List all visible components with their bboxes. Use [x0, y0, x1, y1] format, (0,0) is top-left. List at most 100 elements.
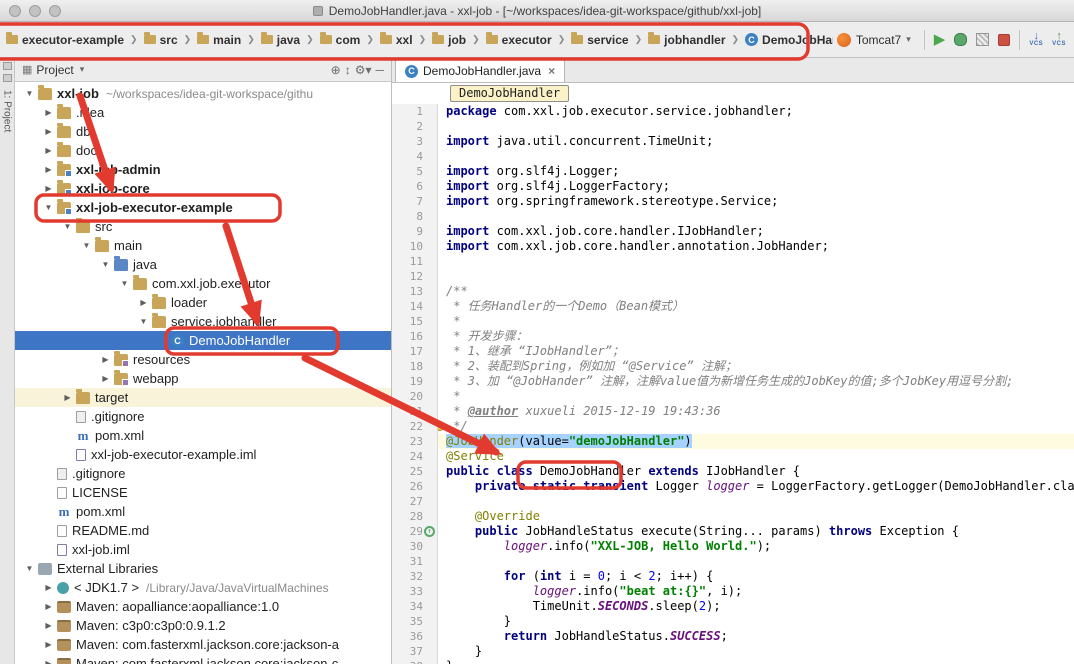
code-line-23[interactable]: 23@JobHander(value="demoJobHandler")	[392, 434, 1074, 449]
expander-expanded-icon[interactable]: ▼	[23, 89, 36, 98]
code-line-4[interactable]: 4	[392, 149, 1074, 164]
expander-collapsed-icon[interactable]: ▶	[42, 108, 55, 117]
code-line-7[interactable]: 7import org.springframework.stereotype.S…	[392, 194, 1074, 209]
tree-item-xxl-job-iml[interactable]: xxl-job.iml	[15, 540, 391, 559]
code-line-3[interactable]: 3import java.util.concurrent.TimeUnit;	[392, 134, 1074, 149]
tree-item-doc[interactable]: ▶doc	[15, 141, 391, 160]
vcs-commit-button[interactable]: ↑VCS	[1052, 32, 1066, 48]
code-line-18[interactable]: 18 * 2、装配到Spring，例如加 “@Service” 注解；	[392, 359, 1074, 374]
code-line-19[interactable]: 19 * 3、加 “@JobHander” 注解，注解value值为新增任务生成…	[392, 374, 1074, 389]
expander-collapsed-icon[interactable]: ▶	[42, 583, 55, 592]
code-line-12[interactable]: 12	[392, 269, 1074, 284]
tree-item-webapp[interactable]: ▶webapp	[15, 369, 391, 388]
debug-button[interactable]	[954, 33, 967, 46]
tree-item-service-jobhandler[interactable]: ▼service.jobhandler	[15, 312, 391, 331]
code-line-5[interactable]: 5import org.slf4j.Logger;	[392, 164, 1074, 179]
expander-expanded-icon[interactable]: ▼	[99, 260, 112, 269]
tree-item-readme-md[interactable]: README.md	[15, 521, 391, 540]
tree-item-xxl-job-admin[interactable]: ▶xxl-job-admin	[15, 160, 391, 179]
breadcrumb-item-executor-example[interactable]: executor-example	[4, 32, 126, 48]
breadcrumb-item-jobhandler[interactable]: jobhandler	[646, 32, 727, 48]
code-line-37[interactable]: 37 }	[392, 644, 1074, 659]
breadcrumb-class-chip[interactable]: DemoJobHandler	[450, 85, 569, 102]
tree-item-loader[interactable]: ▶loader	[15, 293, 391, 312]
vcs-update-button[interactable]: ↓VCS	[1029, 32, 1043, 48]
expander-expanded-icon[interactable]: ▼	[137, 317, 150, 326]
tab-demojobhandler-java[interactable]: C DemoJobHandler.java ×	[395, 59, 565, 82]
locate-icon[interactable]: ⊕	[331, 63, 341, 77]
code-area[interactable]: 1package com.xxl.job.executor.service.jo…	[392, 104, 1074, 664]
code-line-27[interactable]: 27	[392, 494, 1074, 509]
code-line-15[interactable]: 15 *	[392, 314, 1074, 329]
expander-collapsed-icon[interactable]: ▶	[42, 621, 55, 630]
gear-icon[interactable]: ⚙▾	[355, 63, 372, 77]
stop-button[interactable]	[998, 34, 1010, 46]
tool-window-icon[interactable]	[3, 74, 12, 82]
expander-collapsed-icon[interactable]: ▶	[42, 640, 55, 649]
code-line-38[interactable]: 38}	[392, 659, 1074, 664]
tree-item-xxl-job-core[interactable]: ▶xxl-job-core	[15, 179, 391, 198]
code-line-29[interactable]: 29↑ public JobHandleStatus execute(Strin…	[392, 524, 1074, 539]
tree-item-target[interactable]: ▶target	[15, 388, 391, 407]
tree-item-resources[interactable]: ▶resources	[15, 350, 391, 369]
expander-collapsed-icon[interactable]: ▶	[137, 298, 150, 307]
tree-item-jdk1-7[interactable]: ▶< JDK1.7 >/Library/Java/JavaVirtualMach…	[15, 578, 391, 597]
expander-expanded-icon[interactable]: ▼	[118, 279, 131, 288]
code-line-24[interactable]: 24@Service	[392, 449, 1074, 464]
breadcrumb-item-main[interactable]: main	[195, 32, 243, 48]
tree-item-idea[interactable]: ▶.idea	[15, 103, 391, 122]
expander-expanded-icon[interactable]: ▼	[42, 203, 55, 212]
tree-item-pom-xml[interactable]: mpom.xml	[15, 426, 391, 445]
coverage-button[interactable]	[976, 33, 989, 46]
tree-item-xxl-job[interactable]: ▼xxl-job~/workspaces/idea-git-workspace/…	[15, 84, 391, 103]
expander-expanded-icon[interactable]: ▼	[23, 564, 36, 573]
code-line-21[interactable]: 21 * @author xuxueli 2015-12-19 19:43:36	[392, 404, 1074, 419]
expander-collapsed-icon[interactable]: ▶	[42, 184, 55, 193]
breadcrumb-item-demojobhandler[interactable]: CDemoJobHandler	[743, 32, 833, 48]
code-line-6[interactable]: 6import org.slf4j.LoggerFactory;	[392, 179, 1074, 194]
expander-collapsed-icon[interactable]: ▶	[99, 355, 112, 364]
tree-item-maven-com-fasterxml-jackson-core-jackson-a[interactable]: ▶Maven: com.fasterxml.jackson.core:jacks…	[15, 635, 391, 654]
breadcrumb-item-xxl[interactable]: xxl	[378, 32, 415, 48]
close-icon[interactable]: ×	[548, 64, 555, 78]
run-config-selector[interactable]: Tomcat7 ▾	[833, 31, 915, 49]
tree-item-gitignore[interactable]: .gitignore	[15, 464, 391, 483]
tree-item-maven-aopalliance-aopalliance-1-0[interactable]: ▶Maven: aopalliance:aopalliance:1.0	[15, 597, 391, 616]
code-line-9[interactable]: 9import com.xxl.job.core.handler.IJobHan…	[392, 224, 1074, 239]
code-line-34[interactable]: 34 TimeUnit.SECONDS.sleep(2);	[392, 599, 1074, 614]
intention-bulb-icon[interactable]	[438, 421, 445, 431]
code-line-22[interactable]: 22 */	[392, 419, 1074, 434]
breadcrumb-item-executor[interactable]: executor	[484, 32, 554, 48]
tree-item-src[interactable]: ▼src	[15, 217, 391, 236]
code-line-10[interactable]: 10import com.xxl.job.core.handler.annota…	[392, 239, 1074, 254]
tree-item-license[interactable]: LICENSE	[15, 483, 391, 502]
tree-item-com-xxl-job-executor[interactable]: ▼com.xxl.job.executor	[15, 274, 391, 293]
tree-item-maven-com-fasterxml-jackson-core-jackson-c[interactable]: ▶Maven: com.fasterxml.jackson.core:jacks…	[15, 654, 391, 664]
code-line-8[interactable]: 8	[392, 209, 1074, 224]
tree-item-demojobhandler[interactable]: CDemoJobHandler	[15, 331, 391, 350]
breadcrumb-item-job[interactable]: job	[430, 32, 468, 48]
code-line-17[interactable]: 17 * 1、继承 “IJobHandler”；	[392, 344, 1074, 359]
code-line-28[interactable]: 28 @Override	[392, 509, 1074, 524]
code-line-2[interactable]: 2	[392, 119, 1074, 134]
breadcrumb-item-src[interactable]: src	[142, 32, 180, 48]
expander-collapsed-icon[interactable]: ▶	[42, 602, 55, 611]
hide-panel-icon[interactable]: ─	[375, 63, 384, 77]
expander-collapsed-icon[interactable]: ▶	[42, 165, 55, 174]
expander-expanded-icon[interactable]: ▼	[80, 241, 93, 250]
code-line-30[interactable]: 30 logger.info("XXL-JOB, Hello World.");	[392, 539, 1074, 554]
code-line-33[interactable]: 33 logger.info("beat at:{}", i);	[392, 584, 1074, 599]
code-line-25[interactable]: 25public class DemoJobHandler extends IJ…	[392, 464, 1074, 479]
chevron-down-icon[interactable]: ▾	[80, 64, 85, 75]
code-line-16[interactable]: 16 * 开发步骤：	[392, 329, 1074, 344]
tree-item-db[interactable]: ▶db	[15, 122, 391, 141]
code-line-31[interactable]: 31	[392, 554, 1074, 569]
tree-item-xxl-job-executor-example-iml[interactable]: xxl-job-executor-example.iml	[15, 445, 391, 464]
code-line-14[interactable]: 14 * 任务Handler的一个Demo（Bean模式）	[392, 299, 1074, 314]
tree-item-java[interactable]: ▼java	[15, 255, 391, 274]
expander-collapsed-icon[interactable]: ▶	[42, 659, 55, 664]
override-method-icon[interactable]: ↑	[424, 526, 435, 537]
scroll-to-source-icon[interactable]: ↕	[345, 63, 351, 77]
expander-collapsed-icon[interactable]: ▶	[99, 374, 112, 383]
tree-item-main[interactable]: ▼main	[15, 236, 391, 255]
